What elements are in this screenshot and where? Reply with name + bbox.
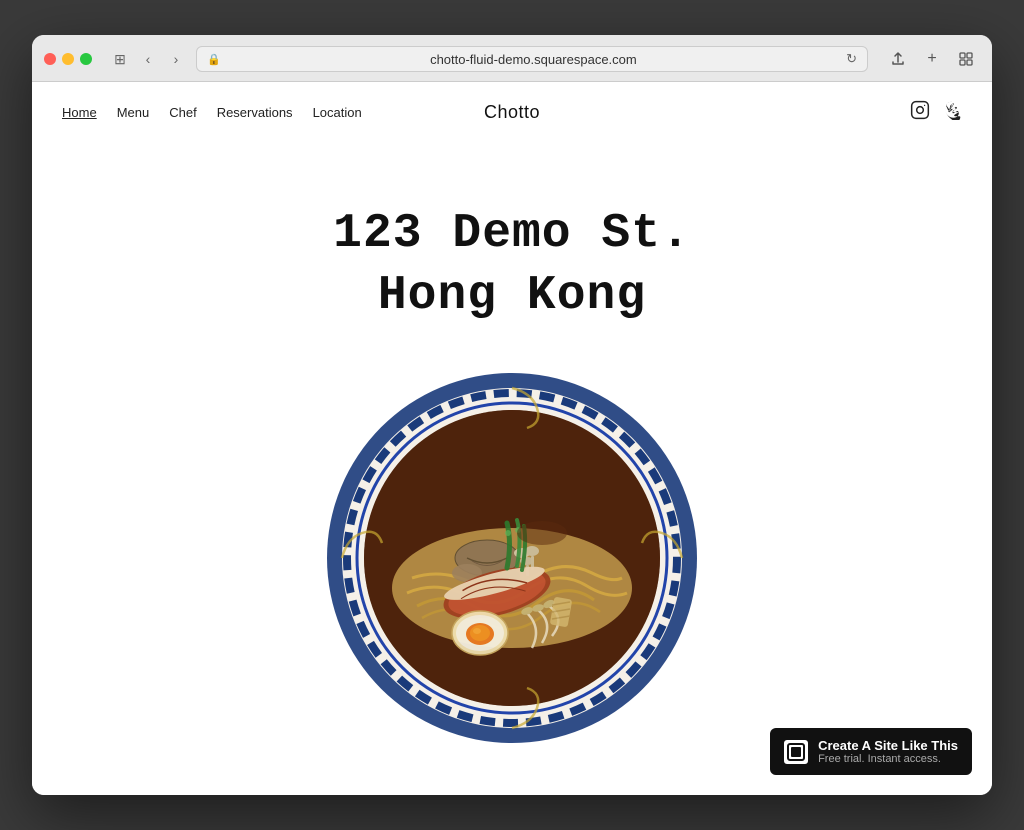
forward-button[interactable]: ›: [164, 47, 188, 71]
browser-controls: ⊞ ‹ ›: [108, 47, 188, 71]
yelp-icon[interactable]: [942, 100, 962, 125]
site-title: Chotto: [484, 102, 540, 123]
browser-actions: +: [884, 45, 980, 73]
new-tab-button[interactable]: +: [918, 45, 946, 73]
browser-chrome: ⊞ ‹ › 🔒 chotto-fluid-demo.squarespace.co…: [32, 35, 992, 82]
banner-main-text: Create A Site Like This: [818, 738, 958, 753]
nav-links: Home Menu Chef Reservations Location: [62, 105, 362, 120]
bowl-image: [312, 358, 712, 758]
squarespace-banner[interactable]: Create A Site Like This Free trial. Inst…: [770, 728, 972, 775]
url-text: chotto-fluid-demo.squarespace.com: [227, 52, 840, 67]
instagram-icon[interactable]: [910, 100, 930, 125]
browser-window: ⊞ ‹ › 🔒 chotto-fluid-demo.squarespace.co…: [32, 35, 992, 795]
social-links: [910, 100, 962, 125]
back-button[interactable]: ‹: [136, 47, 160, 71]
hero-title-line1: 123 Demo St.: [333, 203, 691, 265]
share-button[interactable]: [884, 45, 912, 73]
hero-title-line2: Hong Kong: [333, 265, 691, 327]
nav-menu[interactable]: Menu: [117, 105, 150, 120]
hero-section: 123 Demo St. Hong Kong: [32, 143, 992, 795]
address-bar[interactable]: 🔒 chotto-fluid-demo.squarespace.com ↻: [196, 46, 868, 72]
nav-location[interactable]: Location: [313, 105, 362, 120]
traffic-lights: [44, 53, 92, 65]
close-button[interactable]: [44, 53, 56, 65]
nav-reservations[interactable]: Reservations: [217, 105, 293, 120]
nav-chef[interactable]: Chef: [169, 105, 196, 120]
tab-overview-button[interactable]: [952, 45, 980, 73]
nav-home[interactable]: Home: [62, 105, 97, 120]
banner-sub-text: Free trial. Instant access.: [818, 753, 958, 765]
main-navigation: Home Menu Chef Reservations Location Cho…: [32, 82, 992, 143]
website-content: Home Menu Chef Reservations Location Cho…: [32, 82, 992, 795]
browser-view-toggle[interactable]: ⊞: [108, 47, 132, 71]
maximize-button[interactable]: [80, 53, 92, 65]
hero-text: 123 Demo St. Hong Kong: [333, 203, 691, 328]
squarespace-logo: [784, 740, 808, 764]
squarespace-text: Create A Site Like This Free trial. Inst…: [818, 738, 958, 765]
lock-icon: 🔒: [207, 53, 221, 66]
refresh-button[interactable]: ↻: [846, 51, 857, 67]
minimize-button[interactable]: [62, 53, 74, 65]
